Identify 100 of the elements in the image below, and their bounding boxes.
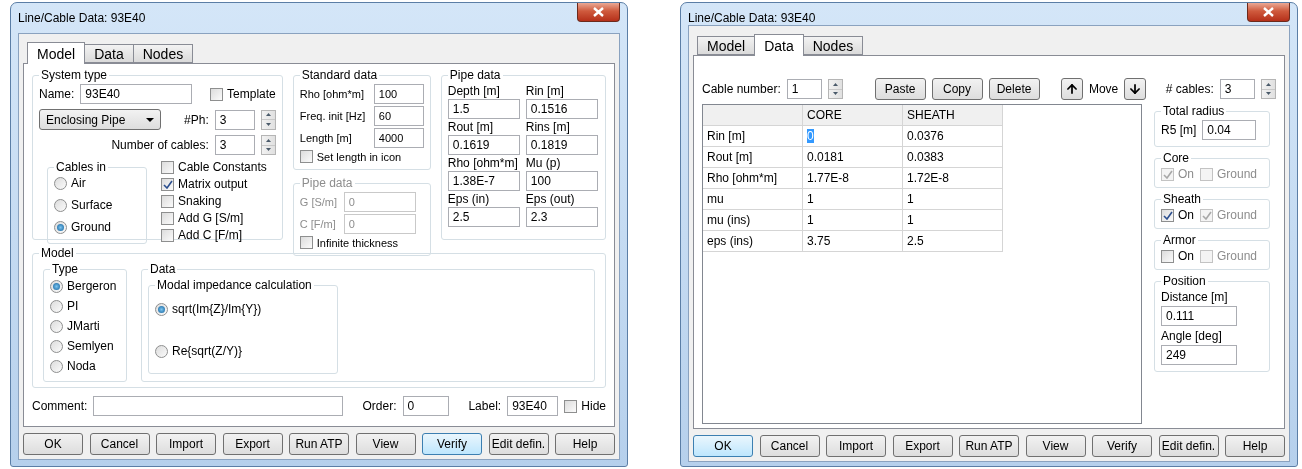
text-field[interactable]: 0.1619 xyxy=(447,135,520,155)
close-button[interactable] xyxy=(1247,3,1290,22)
dialog-button[interactable]: OK xyxy=(23,433,83,455)
checkbox[interactable] xyxy=(161,211,174,225)
table-cell[interactable]: 1.72E-8 xyxy=(903,168,1003,189)
text-field[interactable]: 0.111 xyxy=(1161,306,1237,326)
dialog-button[interactable]: Cancel xyxy=(759,435,820,457)
text-field[interactable]: 1.38E-7 xyxy=(447,171,520,191)
checkbox[interactable] xyxy=(161,194,174,208)
table-cell[interactable]: 1 xyxy=(803,210,903,231)
dialog-button[interactable]: View xyxy=(1025,435,1086,457)
dialog-button[interactable]: Import xyxy=(826,435,886,457)
table-cell[interactable]: 1 xyxy=(803,189,903,210)
radio-option[interactable]: Surface xyxy=(54,198,140,212)
dialog-button[interactable]: Verify xyxy=(1092,435,1152,457)
text-field[interactable]: 3 xyxy=(1219,79,1256,99)
tab[interactable]: Data xyxy=(84,44,134,63)
dialog-button[interactable]: Help xyxy=(555,433,615,455)
spin-buttons[interactable] xyxy=(260,109,276,130)
text-field[interactable]: 3 xyxy=(214,109,255,130)
checkbox-option[interactable]: Matrix output xyxy=(161,177,267,191)
radio-button[interactable] xyxy=(54,220,67,234)
radio-button[interactable] xyxy=(54,176,67,190)
radio-option[interactable]: Air xyxy=(54,176,140,190)
text-field[interactable]: 3 xyxy=(214,135,255,155)
table-cell[interactable]: 1 xyxy=(903,210,1003,231)
dialog-button[interactable]: Edit defin. xyxy=(488,433,549,455)
checkbox[interactable] xyxy=(210,87,224,101)
text-field[interactable]: 2.3 xyxy=(525,207,598,227)
text-field[interactable] xyxy=(93,396,344,416)
move-down-button[interactable] xyxy=(1124,78,1146,100)
table-cell[interactable]: 0.0383 xyxy=(903,147,1003,168)
radio-option[interactable]: JMarti xyxy=(50,319,120,333)
tab[interactable]: Nodes xyxy=(132,44,194,63)
toolbar-button[interactable]: Paste xyxy=(874,78,926,100)
table-cell[interactable]: 0.0376 xyxy=(903,126,1003,147)
dialog-button[interactable]: Run ATP xyxy=(289,433,349,455)
checkbox-option[interactable]: Add G [S/m] xyxy=(161,211,267,225)
checkbox-option[interactable]: Add C [F/m] xyxy=(161,228,267,242)
radio-button[interactable] xyxy=(50,359,63,373)
text-field[interactable]: 93E40 xyxy=(507,396,559,416)
checkbox-option[interactable]: Hide xyxy=(564,399,606,413)
text-field[interactable]: 2.5 xyxy=(447,207,520,227)
tab[interactable]: Model xyxy=(27,42,86,64)
dialog-button[interactable]: Cancel xyxy=(89,433,150,455)
radio-option[interactable]: sqrt(Im{Z}/Im{Y}) xyxy=(155,302,331,316)
checkbox-option[interactable]: On xyxy=(1161,208,1194,222)
dialog-button[interactable]: Export xyxy=(892,435,953,457)
tab[interactable]: Model xyxy=(697,36,756,55)
text-field[interactable]: 0.1819 xyxy=(525,135,598,155)
spin-buttons[interactable] xyxy=(1261,79,1276,99)
spin-buttons[interactable] xyxy=(260,135,276,155)
radio-option[interactable]: Re{sqrt(Z/Y)} xyxy=(155,344,331,358)
dialog-button[interactable]: Edit defin. xyxy=(1158,435,1219,457)
toolbar-button[interactable]: Delete xyxy=(988,78,1040,100)
checkbox[interactable] xyxy=(161,177,174,191)
radio-option[interactable]: Semlyen xyxy=(50,339,120,353)
text-field[interactable]: 100 xyxy=(525,171,598,191)
dialog-button[interactable]: Export xyxy=(222,433,283,455)
dialog-button[interactable]: Import xyxy=(156,433,216,455)
radio-button[interactable] xyxy=(54,198,67,212)
spin-buttons[interactable] xyxy=(828,79,843,99)
radio-option[interactable]: PI xyxy=(50,299,120,313)
checkbox[interactable] xyxy=(161,228,174,242)
dialog-button[interactable]: Help xyxy=(1225,435,1285,457)
type-dropdown[interactable]: Enclosing Pipe xyxy=(39,109,161,130)
text-field[interactable]: 1.5 xyxy=(447,99,520,119)
checkbox-option[interactable]: Cable Constants xyxy=(161,160,267,174)
text-field[interactable]: 0.04 xyxy=(1202,120,1257,140)
checkbox[interactable] xyxy=(161,160,174,174)
text-field[interactable]: 60 xyxy=(373,106,424,126)
dialog-button[interactable]: Verify xyxy=(422,433,482,455)
text-field[interactable]: 1 xyxy=(786,79,823,99)
dialog-button[interactable]: OK xyxy=(693,435,753,457)
tab[interactable]: Nodes xyxy=(802,36,864,55)
checkbox-option[interactable]: Template xyxy=(210,87,276,101)
radio-button[interactable] xyxy=(155,302,168,316)
checkbox-option[interactable]: Set length in icon xyxy=(299,150,424,163)
radio-button[interactable] xyxy=(155,344,168,358)
dialog-button[interactable]: Run ATP xyxy=(959,435,1019,457)
checkbox[interactable] xyxy=(299,150,313,163)
radio-option[interactable]: Bergeron xyxy=(50,279,120,293)
table-cell[interactable]: 0.0181 xyxy=(803,147,903,168)
checkbox[interactable] xyxy=(1161,249,1174,263)
table-cell[interactable]: 1 xyxy=(903,189,1003,210)
toolbar-button[interactable]: Copy xyxy=(931,78,983,100)
table-cell[interactable]: 1.77E-8 xyxy=(803,168,903,189)
move-up-button[interactable] xyxy=(1061,78,1083,100)
text-field[interactable]: 0.1516 xyxy=(525,99,598,119)
table-cell[interactable]: 3.75 xyxy=(803,231,903,252)
text-field[interactable]: 4000 xyxy=(373,128,424,148)
checkbox[interactable] xyxy=(1161,208,1174,222)
text-field[interactable]: 100 xyxy=(373,84,424,104)
radio-button[interactable] xyxy=(50,279,63,293)
radio-button[interactable] xyxy=(50,339,63,353)
radio-button[interactable] xyxy=(50,319,63,333)
text-field[interactable]: 249 xyxy=(1161,345,1237,365)
close-button[interactable] xyxy=(577,3,620,22)
text-field[interactable]: 93E40 xyxy=(80,84,193,104)
checkbox-option[interactable]: On xyxy=(1161,249,1194,263)
